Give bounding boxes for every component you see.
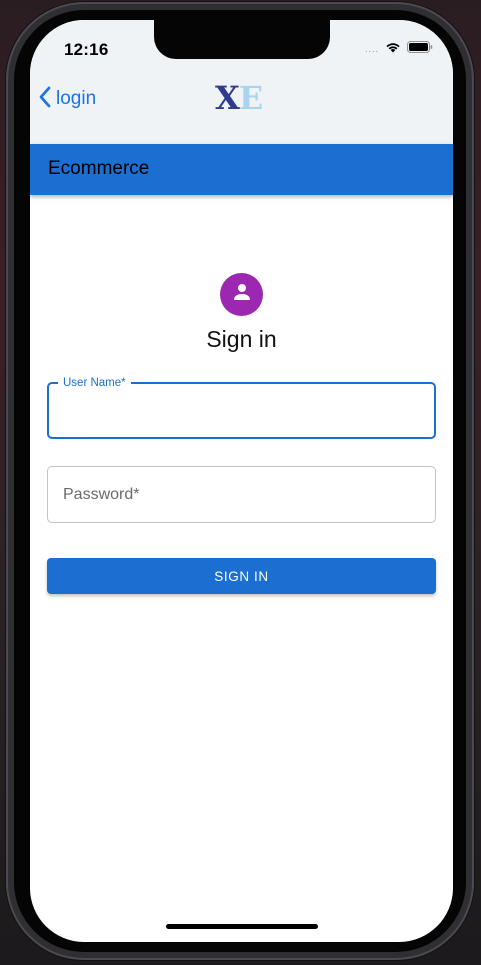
password-input[interactable] bbox=[48, 467, 435, 522]
sign-in-button[interactable]: SIGN IN bbox=[47, 558, 436, 594]
back-button[interactable]: login bbox=[38, 84, 96, 114]
battery-icon bbox=[407, 40, 433, 58]
app-bar-title: Ecommerce bbox=[48, 158, 150, 179]
password-field bbox=[47, 466, 436, 523]
app-logo: XE bbox=[215, 79, 263, 117]
home-indicator bbox=[166, 924, 318, 929]
app-bar: Ecommerce bbox=[30, 144, 453, 195]
signal-dots: .... bbox=[364, 44, 379, 54]
logo-letter-e: E bbox=[238, 79, 263, 117]
status-icons: .... bbox=[364, 40, 433, 58]
status-time: 12:16 bbox=[64, 40, 109, 59]
back-button-label: login bbox=[56, 88, 97, 109]
phone-screen: 12:16 .... login XE Ecommerce Sign in Us… bbox=[30, 20, 453, 942]
notch bbox=[154, 20, 330, 59]
page-title: Sign in bbox=[206, 326, 277, 352]
username-field: User Name* bbox=[47, 376, 436, 439]
person-icon bbox=[230, 280, 254, 309]
avatar bbox=[220, 273, 263, 316]
logo-letter-x: X bbox=[215, 79, 240, 117]
username-input[interactable] bbox=[49, 384, 434, 437]
chevron-left-icon bbox=[38, 86, 52, 113]
wifi-icon bbox=[385, 40, 401, 58]
